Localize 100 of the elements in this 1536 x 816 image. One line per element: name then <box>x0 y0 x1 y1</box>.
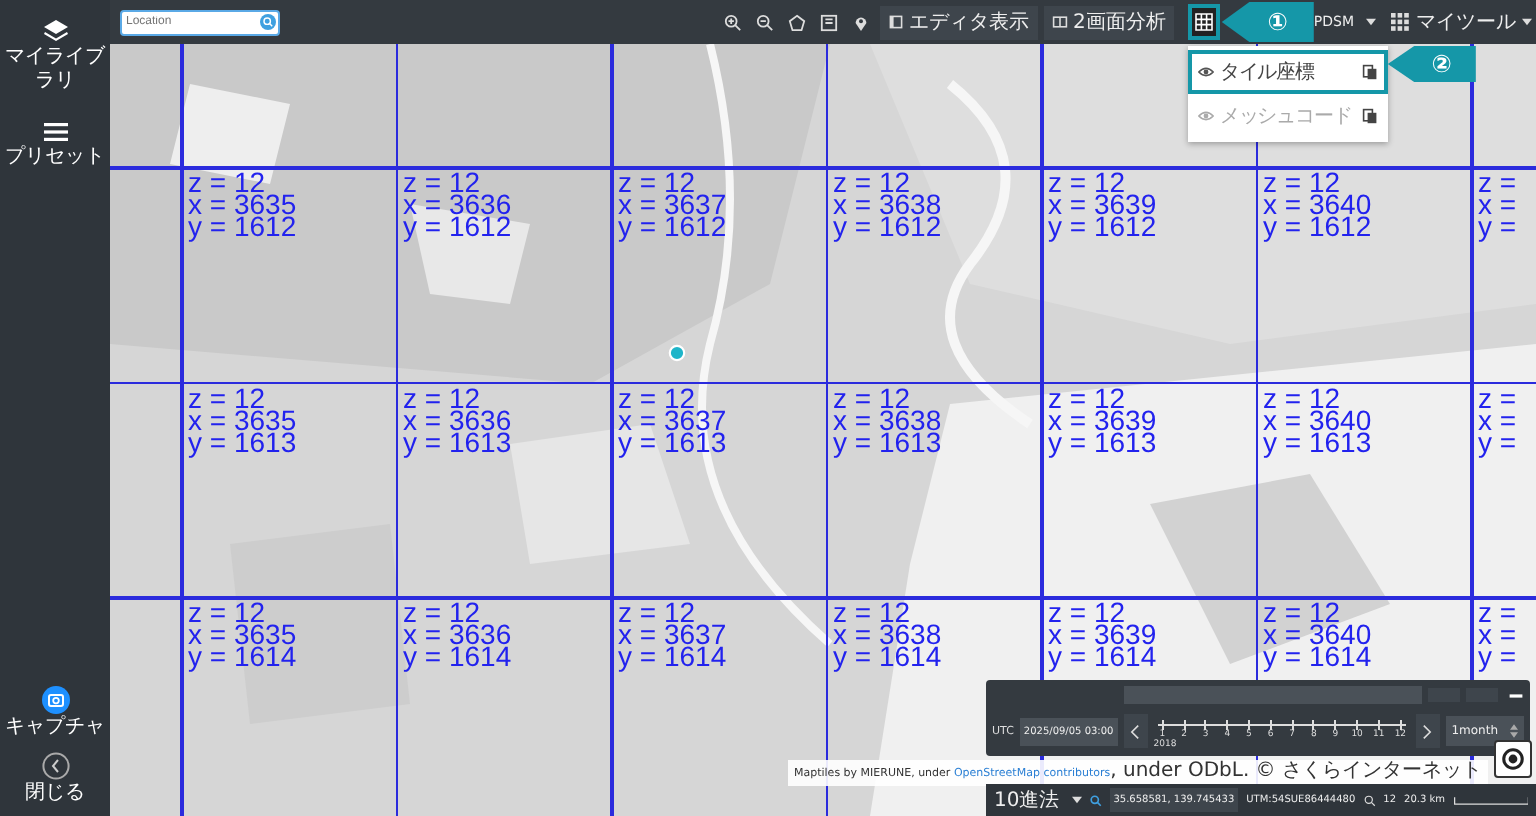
tile-coordinate: y = 1614 <box>1263 646 1372 668</box>
caret-icon <box>1366 18 1376 26</box>
menu-item[interactable]: タイル座標 <box>1187 50 1388 94</box>
tile-coordinate: y = 1614 <box>618 646 727 668</box>
grid-icon <box>1193 12 1214 32</box>
tile-coordinate: x = 3640 <box>1263 409 1372 431</box>
tile-coordinate: y = <box>1478 216 1517 238</box>
my-tools-dropdown[interactable]: マイツール <box>1390 8 1532 36</box>
caret-icon <box>1522 18 1532 26</box>
sidebar-item[interactable]: プリセット <box>0 112 110 176</box>
camera-button[interactable] <box>1494 740 1532 778</box>
tile-coordinate: x = 3640 <box>1263 624 1372 646</box>
tile-coordinate: y = 1613 <box>188 431 297 453</box>
tile-coordinate: x = 3637 <box>618 624 727 646</box>
tile-coordinate: z = 12 <box>618 387 696 409</box>
editor-icon <box>887 14 904 30</box>
location-marker <box>668 344 686 362</box>
camera-icon <box>41 686 69 714</box>
tile-coordinate: y = 1613 <box>833 431 942 453</box>
layers-icon <box>41 18 69 46</box>
pin-icon[interactable] <box>851 13 870 31</box>
toolbar-button[interactable]: 2画面分析 <box>1043 5 1174 39</box>
tile-coordinate: z = <box>1478 602 1517 624</box>
tile-coordinate: z = 12 <box>1263 387 1341 409</box>
tile-coordinate: x = 3639 <box>1048 624 1157 646</box>
tile-coordinate: z = 12 <box>833 172 911 194</box>
tile-coordinate: x = 3639 <box>1048 409 1157 431</box>
tile-coordinate: z = 12 <box>188 172 266 194</box>
zoom-out-icon[interactable] <box>755 13 774 31</box>
tile-coordinate: z = 12 <box>618 602 696 624</box>
split-screen-icon <box>1051 14 1068 30</box>
target-icon <box>1502 748 1524 770</box>
tile-coordinate: z = <box>1478 387 1517 409</box>
stepper-icon <box>1510 724 1518 738</box>
eye-icon <box>1197 64 1214 80</box>
tile-coordinate: x = 3635 <box>188 624 297 646</box>
tile-coordinate: z = 12 <box>1048 602 1126 624</box>
copy-icon[interactable] <box>1361 64 1378 80</box>
tile-coordinate: z = <box>1478 172 1517 194</box>
list-icon <box>41 118 69 146</box>
sidebar-item[interactable]: 閉じる <box>0 748 110 810</box>
tile-coordinate: x = <box>1478 624 1517 646</box>
tile-coordinate: x = 3637 <box>618 409 727 431</box>
tile-coordinate: z = 12 <box>403 172 481 194</box>
back-icon <box>41 752 69 780</box>
eye-icon <box>1197 108 1214 124</box>
scale-bar <box>1453 795 1529 805</box>
tile-coordinate: y = 1613 <box>1048 431 1157 453</box>
tile-coordinate: y = 1614 <box>833 646 942 668</box>
tile-coordinate: y = 1614 <box>1048 646 1157 668</box>
tile-coordinate: x = 3636 <box>403 409 512 431</box>
tile-coordinate: z = 12 <box>403 602 481 624</box>
tile-coordinate: z = 12 <box>1048 172 1126 194</box>
zoom-icon <box>1363 793 1376 807</box>
tile-coordinate: y = 1613 <box>403 431 512 453</box>
format-dropdown[interactable]: 10進法 <box>994 786 1082 814</box>
tile-coordinate: z = 12 <box>1263 172 1341 194</box>
tile-coordinate: y = <box>1478 431 1517 453</box>
tile-coordinate: y = 1612 <box>1048 216 1157 238</box>
tile-coordinate: x = 3637 <box>618 194 727 216</box>
sidebar-item[interactable]: マイライブラリ <box>0 12 110 100</box>
tile-coordinate: y = 1614 <box>188 646 297 668</box>
zoom-in-icon[interactable] <box>723 13 742 31</box>
tile-coordinate: y = 1612 <box>1263 216 1372 238</box>
tile-coordinate: x = 3640 <box>1263 194 1372 216</box>
tile-coordinate: x = 3638 <box>833 409 942 431</box>
tile-coordinate: x = 3636 <box>403 194 512 216</box>
chevron-left-icon <box>1130 723 1141 739</box>
grid-icon <box>1390 12 1410 32</box>
tile-coordinate: x = 3635 <box>188 194 297 216</box>
search-icon[interactable] <box>1089 793 1102 807</box>
tile-coordinate: x = 3638 <box>833 624 942 646</box>
tile-coordinate: x = 3638 <box>833 194 942 216</box>
tile-coordinate: z = 12 <box>618 172 696 194</box>
panel-icon[interactable] <box>819 13 838 31</box>
tile-grid-button[interactable] <box>1187 4 1220 40</box>
tile-coordinate: y = <box>1478 646 1517 668</box>
tile-coordinate: z = 12 <box>403 387 481 409</box>
tile-coordinate: y = 1612 <box>188 216 297 238</box>
tile-coordinate: y = 1613 <box>618 431 727 453</box>
polygon-icon[interactable] <box>787 13 806 31</box>
tile-coordinate: z = 12 <box>188 387 266 409</box>
chevron-right-icon <box>1422 723 1433 739</box>
tile-coordinate: z = 12 <box>833 602 911 624</box>
tile-coordinate: y = 1612 <box>833 216 942 238</box>
tile-coordinate: x = 3639 <box>1048 194 1157 216</box>
toolbar-button[interactable]: エディタ表示 <box>879 5 1038 39</box>
tile-coordinate: x = <box>1478 409 1517 431</box>
tile-coordinate: y = 1612 <box>403 216 512 238</box>
copy-icon[interactable] <box>1361 108 1378 124</box>
tile-coordinate: z = 12 <box>188 602 266 624</box>
next-button[interactable] <box>1415 714 1440 748</box>
sidebar-item[interactable]: キャプチャ <box>0 682 110 744</box>
caret-icon <box>1071 796 1082 804</box>
tile-coordinate: y = 1614 <box>403 646 512 668</box>
previous-button[interactable] <box>1123 714 1148 748</box>
tile-coordinate: z = 12 <box>1048 387 1126 409</box>
tile-coordinate: y = 1612 <box>618 216 727 238</box>
tile-coordinate: x = 3636 <box>403 624 512 646</box>
tile-coordinate: z = 12 <box>833 387 911 409</box>
